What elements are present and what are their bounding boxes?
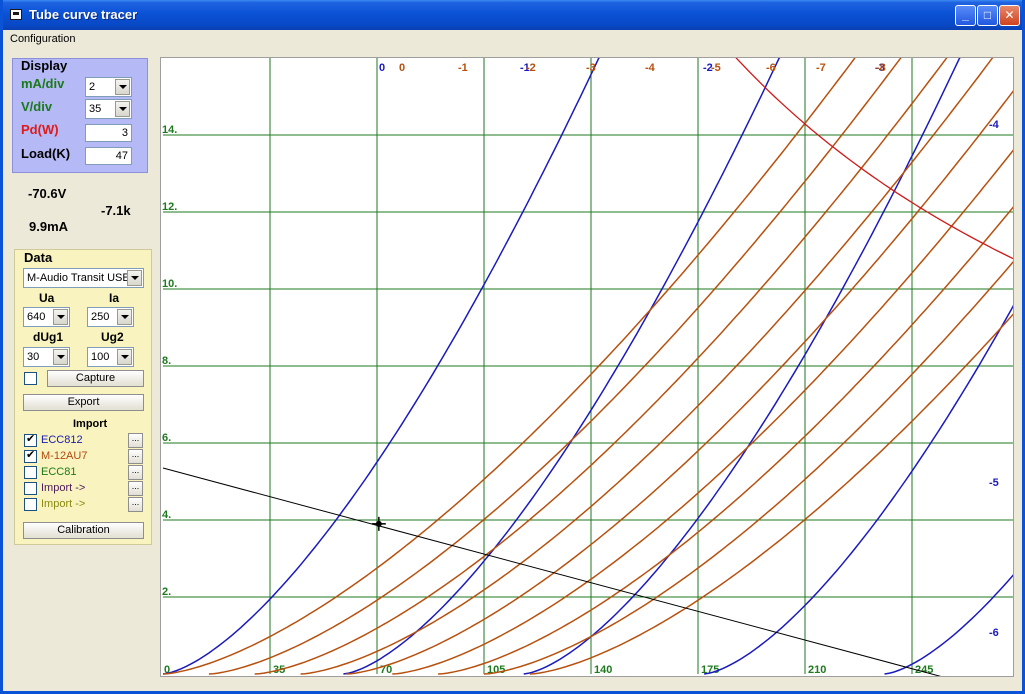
ma-div-select[interactable]: 2 [85, 77, 132, 97]
device-select[interactable]: M-Audio Transit USE [23, 268, 144, 288]
brown-curve-label: -1 [458, 62, 468, 74]
menu-configuration[interactable]: Configuration [10, 33, 75, 45]
x-tick-label: 175 [701, 664, 719, 676]
import-browse-button-2[interactable]: ... [128, 465, 143, 480]
v-div-label: V/div [21, 99, 53, 114]
close-icon: ✕ [1004, 8, 1015, 22]
y-tick-label: 6. [162, 432, 171, 444]
display-title: Display [21, 58, 68, 73]
pd-input[interactable]: 3 [85, 124, 132, 142]
voltage-readout: -70.6V [28, 186, 67, 201]
load-input[interactable]: 47 [85, 147, 132, 165]
chevron-down-icon[interactable] [53, 349, 68, 365]
curve-chart[interactable]: 0 35 70 105 140 175 210 2452.4.6.8.10.12.14.0 -1… [161, 0, 1025, 679]
brown-curve-label: -5 [711, 62, 721, 74]
import-browse-button-0[interactable]: ... [128, 433, 143, 448]
cursor-marker [375, 520, 382, 527]
brown-curve-label: -2 [526, 62, 536, 74]
chevron-down-icon[interactable] [117, 349, 132, 365]
blue-curve-label: -4 [989, 119, 1000, 131]
ia-label: Ia [109, 291, 120, 305]
calibration-button[interactable]: Calibration [23, 522, 144, 539]
close-button[interactable]: ✕ [999, 5, 1020, 26]
chevron-down-icon[interactable] [117, 309, 132, 325]
load-label: Load(K) [21, 146, 71, 161]
brown-curve [392, 146, 1017, 675]
main-window: Tube curve tracer _ □ ✕ Configuration Di… [0, 0, 1025, 694]
import-checkbox-2[interactable] [24, 466, 37, 479]
import-label-3: Import -> [41, 482, 86, 494]
v-div-select[interactable]: 35 [85, 99, 132, 119]
brown-curve-label: -4 [645, 62, 656, 74]
chevron-down-icon[interactable] [115, 79, 130, 95]
import-checkbox-0[interactable] [24, 432, 37, 447]
x-tick-label: 210 [808, 664, 826, 676]
export-button[interactable]: Export [23, 394, 144, 411]
brown-curve-label: 0 [399, 62, 405, 74]
import-checkbox-1[interactable] [24, 448, 37, 463]
dug1-label: dUg1 [33, 330, 63, 344]
blue-curve-label: -5 [989, 477, 999, 489]
capture-checkbox[interactable] [24, 372, 37, 385]
app-icon [10, 9, 22, 20]
y-tick-label: 14. [162, 124, 177, 136]
import-label-2: ECC81 [41, 466, 77, 478]
y-tick-label: 10. [162, 278, 177, 290]
resistance-readout: -7.1k [101, 203, 131, 218]
curve-plot[interactable]: 0 35 70 105 140 175 210 245 2. 4. 6. 8. 10. 12. 14. 0 -1… [160, 0, 1025, 679]
blue-curve-label: -6 [989, 627, 999, 639]
import-browse-button-3[interactable]: ... [128, 481, 143, 496]
window-title: Tube curve tracer [29, 7, 138, 22]
brown-curve-label: -3 [586, 62, 596, 74]
import-label-1: M-12AU7 [41, 450, 88, 462]
title-bar[interactable]: Tube curve tracer _ □ ✕ [3, 0, 1022, 30]
brown-curve-label: -8 [876, 62, 886, 74]
current-readout: 9.9mA [29, 219, 69, 234]
capture-button[interactable]: Capture [47, 370, 144, 387]
import-browse-button-4[interactable]: ... [128, 497, 143, 512]
brown-curve [346, 87, 1017, 675]
chevron-down-icon[interactable] [127, 270, 142, 286]
import-label-0: ECC812 [41, 434, 83, 446]
dug1-select[interactable]: 30 [23, 347, 70, 367]
brown-curve [483, 258, 1017, 675]
ua-select[interactable]: 640 [23, 307, 70, 327]
data-title: Data [24, 250, 53, 265]
ia-select[interactable]: 250 [87, 307, 134, 327]
import-checkbox-4[interactable] [24, 498, 37, 511]
display-panel: Display mA/div 2 V/div 35 Pd(W) 3 Load(K… [12, 58, 148, 173]
import-checkbox-3[interactable] [24, 482, 37, 495]
maximize-icon: □ [983, 8, 992, 22]
minimize-icon: _ [962, 8, 969, 22]
y-tick-label: 2. [162, 586, 171, 598]
import-browse-button-1[interactable]: ... [128, 449, 143, 464]
ug2-select[interactable]: 100 [87, 347, 134, 367]
y-tick-label: 8. [162, 355, 171, 367]
blue-curve [884, 569, 1019, 675]
ma-div-label: mA/div [21, 76, 65, 91]
x-tick-label: 140 [594, 664, 612, 676]
ua-label: Ua [39, 291, 55, 305]
pd-label: Pd(W) [21, 122, 59, 137]
data-panel: Data M-Audio Transit USE Ua Ia 640 250 d… [14, 249, 152, 545]
brown-curve [438, 203, 1017, 675]
ug2-label: Ug2 [101, 330, 124, 344]
brown-curve-label: -6 [766, 62, 776, 74]
chevron-down-icon[interactable] [115, 101, 130, 117]
y-tick-label: 12. [162, 201, 177, 213]
maximize-button[interactable]: □ [977, 5, 998, 26]
import-title: Import [73, 418, 108, 430]
brown-curve-label: -7 [816, 62, 826, 74]
y-tick-label: 4. [162, 509, 171, 521]
chevron-down-icon[interactable] [53, 309, 68, 325]
menu-bar: Configuration [3, 30, 1022, 49]
blue-curve-label: 0 [379, 62, 385, 74]
minimize-button[interactable]: _ [955, 5, 976, 26]
import-label-4: Import -> [41, 498, 86, 510]
